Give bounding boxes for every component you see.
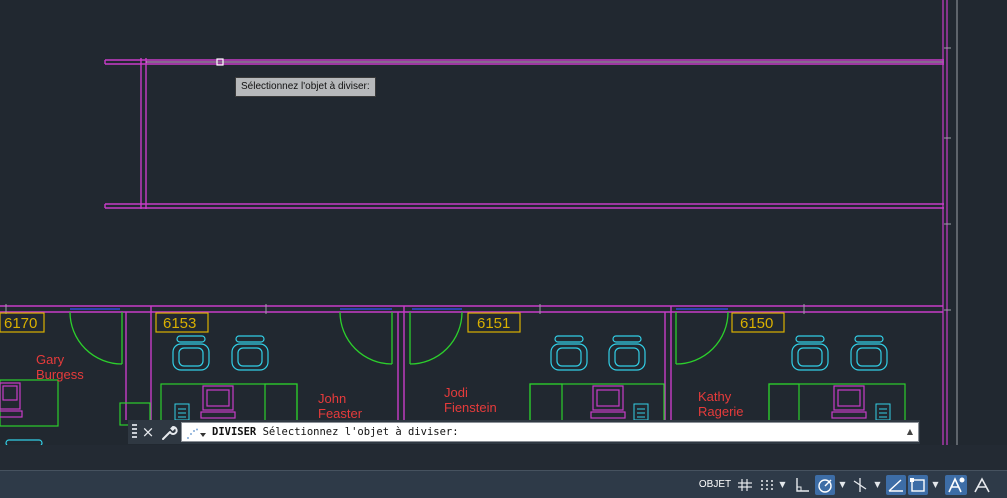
svg-text:6150: 6150 — [740, 315, 773, 332]
annotation-visibility-icon[interactable] — [945, 475, 967, 495]
room-tag-6170: 6170 — [0, 312, 45, 333]
drawing-canvas[interactable]: 6170 6153 6151 6150 Gary Burgess John Fe… — [0, 0, 1007, 445]
grid-icon[interactable] — [737, 475, 753, 495]
command-input[interactable]: DIVISER Sélectionnez l'objet à diviser: … — [181, 422, 919, 442]
close-icon[interactable]: × — [141, 422, 155, 442]
exterior-wall — [942, 0, 958, 445]
phones — [174, 403, 891, 421]
corridor-walls — [104, 58, 944, 209]
command-history-arrow-icon[interactable]: ▲ — [904, 424, 916, 440]
occupant-kathy-ragerie: Kathy Ragerie — [698, 389, 744, 419]
svg-text:6170: 6170 — [4, 315, 37, 332]
snap-dropdown-icon[interactable]: ▼ — [778, 475, 787, 495]
object-snap-icon[interactable] — [908, 475, 928, 495]
svg-text:Feaster: Feaster — [318, 406, 363, 421]
svg-text:Jodi: Jodi — [444, 385, 468, 400]
isodraft-dropdown-icon[interactable]: ▼ — [873, 475, 882, 495]
svg-text:Fienstein: Fienstein — [444, 400, 497, 415]
svg-text:John: John — [318, 391, 346, 406]
object-snap-dropdown-icon[interactable]: ▼ — [931, 475, 940, 495]
customize-wrench-icon[interactable] — [160, 422, 178, 442]
svg-text:6151: 6151 — [477, 315, 510, 332]
room-tag-6153: 6153 — [155, 312, 209, 333]
isodraft-icon[interactable] — [850, 475, 870, 495]
room-tag-6151: 6151 — [467, 312, 521, 333]
room-tag-6150: 6150 — [731, 312, 785, 333]
command-prompt-text: DIVISER Sélectionnez l'objet à diviser: — [212, 423, 459, 441]
svg-text:Gary: Gary — [36, 352, 65, 367]
polar-tracking-icon[interactable] — [815, 475, 835, 495]
svg-text:Burgess: Burgess — [36, 367, 84, 382]
viewport-bottom-strip — [0, 445, 1007, 470]
model-space-button[interactable]: OBJET — [697, 475, 733, 495]
command-line-grip-icon[interactable] — [132, 424, 137, 440]
occupant-john-feaster: John Feaster — [318, 391, 363, 421]
status-bar: OBJET ▼ ▼ ▼ ▼ — [0, 470, 1007, 498]
snap-icon[interactable] — [759, 475, 775, 495]
occupant-jodi-fienstein: Jodi Fienstein — [444, 385, 497, 415]
svg-text:Kathy: Kathy — [698, 389, 732, 404]
ortho-icon[interactable] — [793, 475, 811, 495]
object-snap-tracking-icon[interactable] — [886, 475, 906, 495]
recent-commands-icon[interactable] — [186, 426, 206, 439]
svg-text:Ragerie: Ragerie — [698, 404, 744, 419]
command-tooltip: Sélectionnez l'objet à diviser: — [235, 77, 376, 97]
polar-dropdown-icon[interactable]: ▼ — [838, 475, 847, 495]
annotation-scale-icon[interactable] — [971, 475, 993, 495]
command-name: DIVISER — [212, 426, 257, 438]
command-prompt: Sélectionnez l'objet à diviser: — [256, 426, 459, 438]
command-line: × DIVISER Sélectionnez l'objet à diviser… — [128, 420, 920, 444]
svg-text:6153: 6153 — [163, 315, 196, 332]
occupant-gary-burgess: Gary Burgess — [36, 352, 84, 382]
